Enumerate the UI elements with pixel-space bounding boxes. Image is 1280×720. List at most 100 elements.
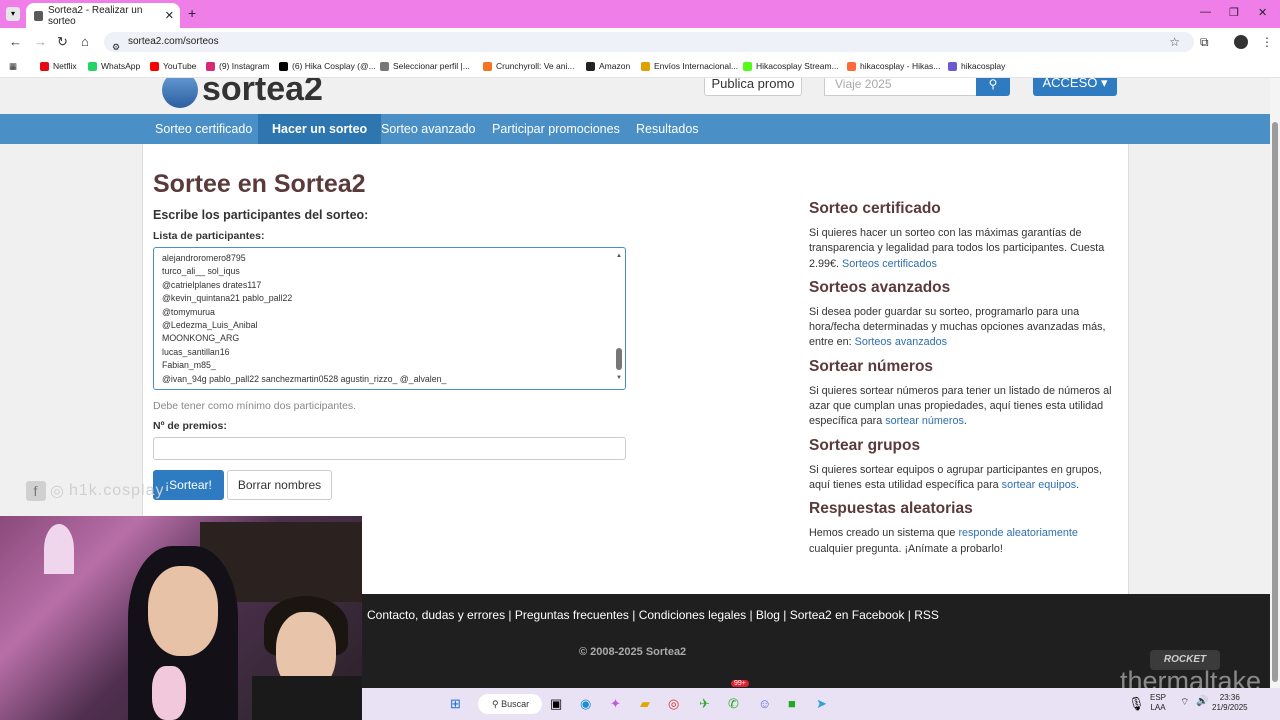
bookmark-label: (9) Instagram <box>219 61 270 71</box>
page-scrollbar[interactable] <box>1270 78 1280 698</box>
volume-icon[interactable]: 🔊 <box>1196 696 1208 707</box>
bookmark-favicon-icon <box>586 61 595 71</box>
sidebar-link[interactable]: Sorteos avanzados <box>855 336 947 348</box>
edge-icon[interactable]: ◉ <box>580 696 591 712</box>
telegram-icon[interactable]: ➤ <box>816 696 827 712</box>
participants-label: Lista de participantes: <box>153 230 265 242</box>
tab-close-icon[interactable]: ✕ <box>165 9 174 22</box>
bookmark-item[interactable]: Hikacosplay Stream... <box>743 61 839 71</box>
sidebar-text: Si desea poder guardar su sorteo, progra… <box>809 305 1121 351</box>
clock[interactable]: 23:36 21/9/2025 <box>1212 693 1248 713</box>
tab-list-button[interactable]: ▾ <box>6 7 20 21</box>
bookmark-favicon-icon <box>279 61 288 71</box>
wifi-icon[interactable]: ⌔ <box>1180 696 1189 709</box>
sidebar-link[interactable]: responde aleatoriamente <box>958 527 1077 539</box>
logo-ball-icon <box>162 78 198 108</box>
borrar-nombres-button[interactable]: Borrar nombres <box>227 470 332 500</box>
nav-hacer-un-sorteo[interactable]: Hacer un sorteo <box>258 114 382 144</box>
bookmark-item[interactable]: YouTube <box>150 61 196 71</box>
footer-links[interactable]: Contacto, dudas y errores | Preguntas fr… <box>367 608 939 622</box>
participant-line: alejandroromero8795 <box>162 253 246 263</box>
home-icon[interactable]: ⌂ <box>81 34 89 49</box>
bookmark-item[interactable]: hikacosplay <box>948 61 1005 71</box>
language-indicator[interactable]: ESP LAA <box>1150 693 1166 713</box>
sidebar-text: Si quieres sortear equipos o agrupar par… <box>809 463 1121 494</box>
taskbar-search-label: Buscar <box>501 699 530 709</box>
windows-taskbar: ⊞ ⚲ Buscar ▣ ◉ ✦ ▰ ◎ ✈ ✆ 99+ ☺ ■ ➤ 🎙 ESP… <box>362 680 1280 720</box>
bookmark-favicon-icon <box>206 61 215 71</box>
mic-tray-icon[interactable]: 🎙 <box>1128 696 1145 712</box>
app-icon[interactable]: ✈ <box>699 696 710 712</box>
bookmark-label: hikacosplay - Hikas... <box>860 61 941 71</box>
site-info-icon[interactable]: ⚙ <box>112 37 120 57</box>
discord-icon[interactable]: ☺ <box>758 696 771 711</box>
task-view-icon[interactable]: ▣ <box>550 696 562 712</box>
nav-sorteo-certificado[interactable]: Sorteo certificado <box>145 114 262 144</box>
sidebar: Sorteo certificado Si quieres hacer un so… <box>809 200 1121 564</box>
bookmark-item[interactable]: (6) Hika Cosplay (@... <box>279 61 376 71</box>
sidebar-link[interactable]: sortear números <box>885 415 964 427</box>
reload-icon[interactable]: ↻ <box>57 34 68 50</box>
site-search-input[interactable]: Viaje 2025 <box>824 78 977 96</box>
bookmark-label: Seleccionar perfil |... <box>393 61 470 71</box>
site-logo[interactable]: sortea2 <box>162 78 323 109</box>
taskbar-search[interactable]: ⚲ Buscar <box>478 694 542 714</box>
nav-sorteo-avanzado[interactable]: Sorteo avanzado <box>371 114 486 144</box>
publica-promo-button[interactable]: Publica promo <box>704 78 802 96</box>
minimize-button[interactable]: — <box>1200 6 1211 18</box>
forward-icon[interactable]: → <box>34 34 47 49</box>
sidebar-heading: Sortear números <box>809 357 934 375</box>
nav-participar-promociones[interactable]: Participar promociones <box>482 114 630 144</box>
chrome-icon[interactable]: ◎ <box>668 696 679 712</box>
windows-start-icon[interactable]: ⊞ <box>450 696 461 712</box>
bookmark-favicon-icon <box>743 61 752 71</box>
menu-icon[interactable]: ⋮ <box>1261 35 1273 49</box>
prizes-label: Nº de premios: <box>153 420 227 432</box>
bookmark-item[interactable]: Seleccionar perfil |... <box>380 61 470 71</box>
bookmark-item[interactable]: Crunchyroll: Ve ani... <box>483 61 574 71</box>
scroll-down-icon[interactable]: ▼ <box>616 372 622 385</box>
browser-tab[interactable]: Sortea2 - Realizar un sorteo ✕ <box>26 3 180 28</box>
back-icon[interactable]: ← <box>9 34 22 49</box>
bookmark-item[interactable]: hikacosplay - Hikas... <box>847 61 940 71</box>
bookmark-favicon-icon <box>847 61 856 71</box>
stream-handle: h1k.cosplay <box>68 482 165 499</box>
tab-favicon-icon <box>34 10 43 21</box>
browser-titlebar: ▾ Sortea2 - Realizar un sorteo ✕ + — ❐ ✕ <box>0 0 1280 28</box>
participant-line: @ivan_94g pablo_pall22 sanchezmartin0528… <box>162 373 447 384</box>
bookmark-favicon-icon <box>641 61 650 71</box>
window-close-button[interactable]: ✕ <box>1258 6 1267 19</box>
copilot-icon[interactable]: ✦ <box>610 696 621 712</box>
search-icon[interactable]: ⚲ <box>976 78 1010 96</box>
page-title: Sortee en Sortea2 <box>153 170 366 198</box>
bookmark-item[interactable]: WhatsApp <box>88 61 140 71</box>
prizes-input[interactable] <box>153 437 626 460</box>
bookmarks-bar: ▦ Netflix WhatsApp YouTube (9) Instagram (6)… <box>0 56 1280 78</box>
whatsapp-icon[interactable]: ✆ <box>728 696 739 712</box>
new-tab-button[interactable]: + <box>188 5 196 21</box>
kick-icon[interactable]: ■ <box>788 696 796 711</box>
participants-textarea[interactable]: alejandroromero8795 turco_ali__ sol_iqus @… <box>153 247 626 390</box>
bookmark-item[interactable]: (9) Instagram <box>206 61 270 71</box>
sidebar-text: Si quieres sortear números para tener un… <box>809 384 1121 430</box>
bookmark-item[interactable]: Envíos Internacional... <box>641 61 738 71</box>
site-navbar: Sorteo certificado Hacer un sorteo Sorte… <box>0 114 1270 144</box>
bookmark-star-icon[interactable]: ☆ <box>1169 32 1180 52</box>
apps-grid-icon[interactable]: ▦ <box>9 61 17 72</box>
file-explorer-icon[interactable]: ▰ <box>640 696 650 712</box>
textarea-scrollbar[interactable] <box>615 250 623 386</box>
sidebar-link[interactable]: Sorteos certificados <box>842 258 937 270</box>
bookmark-item[interactable]: Netflix <box>40 61 77 71</box>
maximize-button[interactable]: ❐ <box>1229 6 1239 19</box>
extensions-icon[interactable]: ⧉ <box>1200 35 1209 50</box>
address-bar[interactable]: ⚙ sortea2.com/sorteos ☆ <box>104 32 1194 52</box>
sidebar-link[interactable]: sortear equipos <box>1002 479 1076 491</box>
sidebar-text-body: Si desea poder guardar su sorteo, progra… <box>809 305 1106 349</box>
bookmark-label: Amazon <box>599 61 631 71</box>
bookmark-item[interactable]: Amazon <box>586 61 630 71</box>
sidebar-text-body: Hemos creado un sistema que <box>809 527 959 540</box>
bookmark-label: hikacosplay <box>961 61 1006 71</box>
acceso-button[interactable]: ACCESO ▾ <box>1033 78 1117 96</box>
profile-avatar[interactable] <box>1234 35 1248 49</box>
nav-resultados[interactable]: Resultados <box>626 114 709 144</box>
